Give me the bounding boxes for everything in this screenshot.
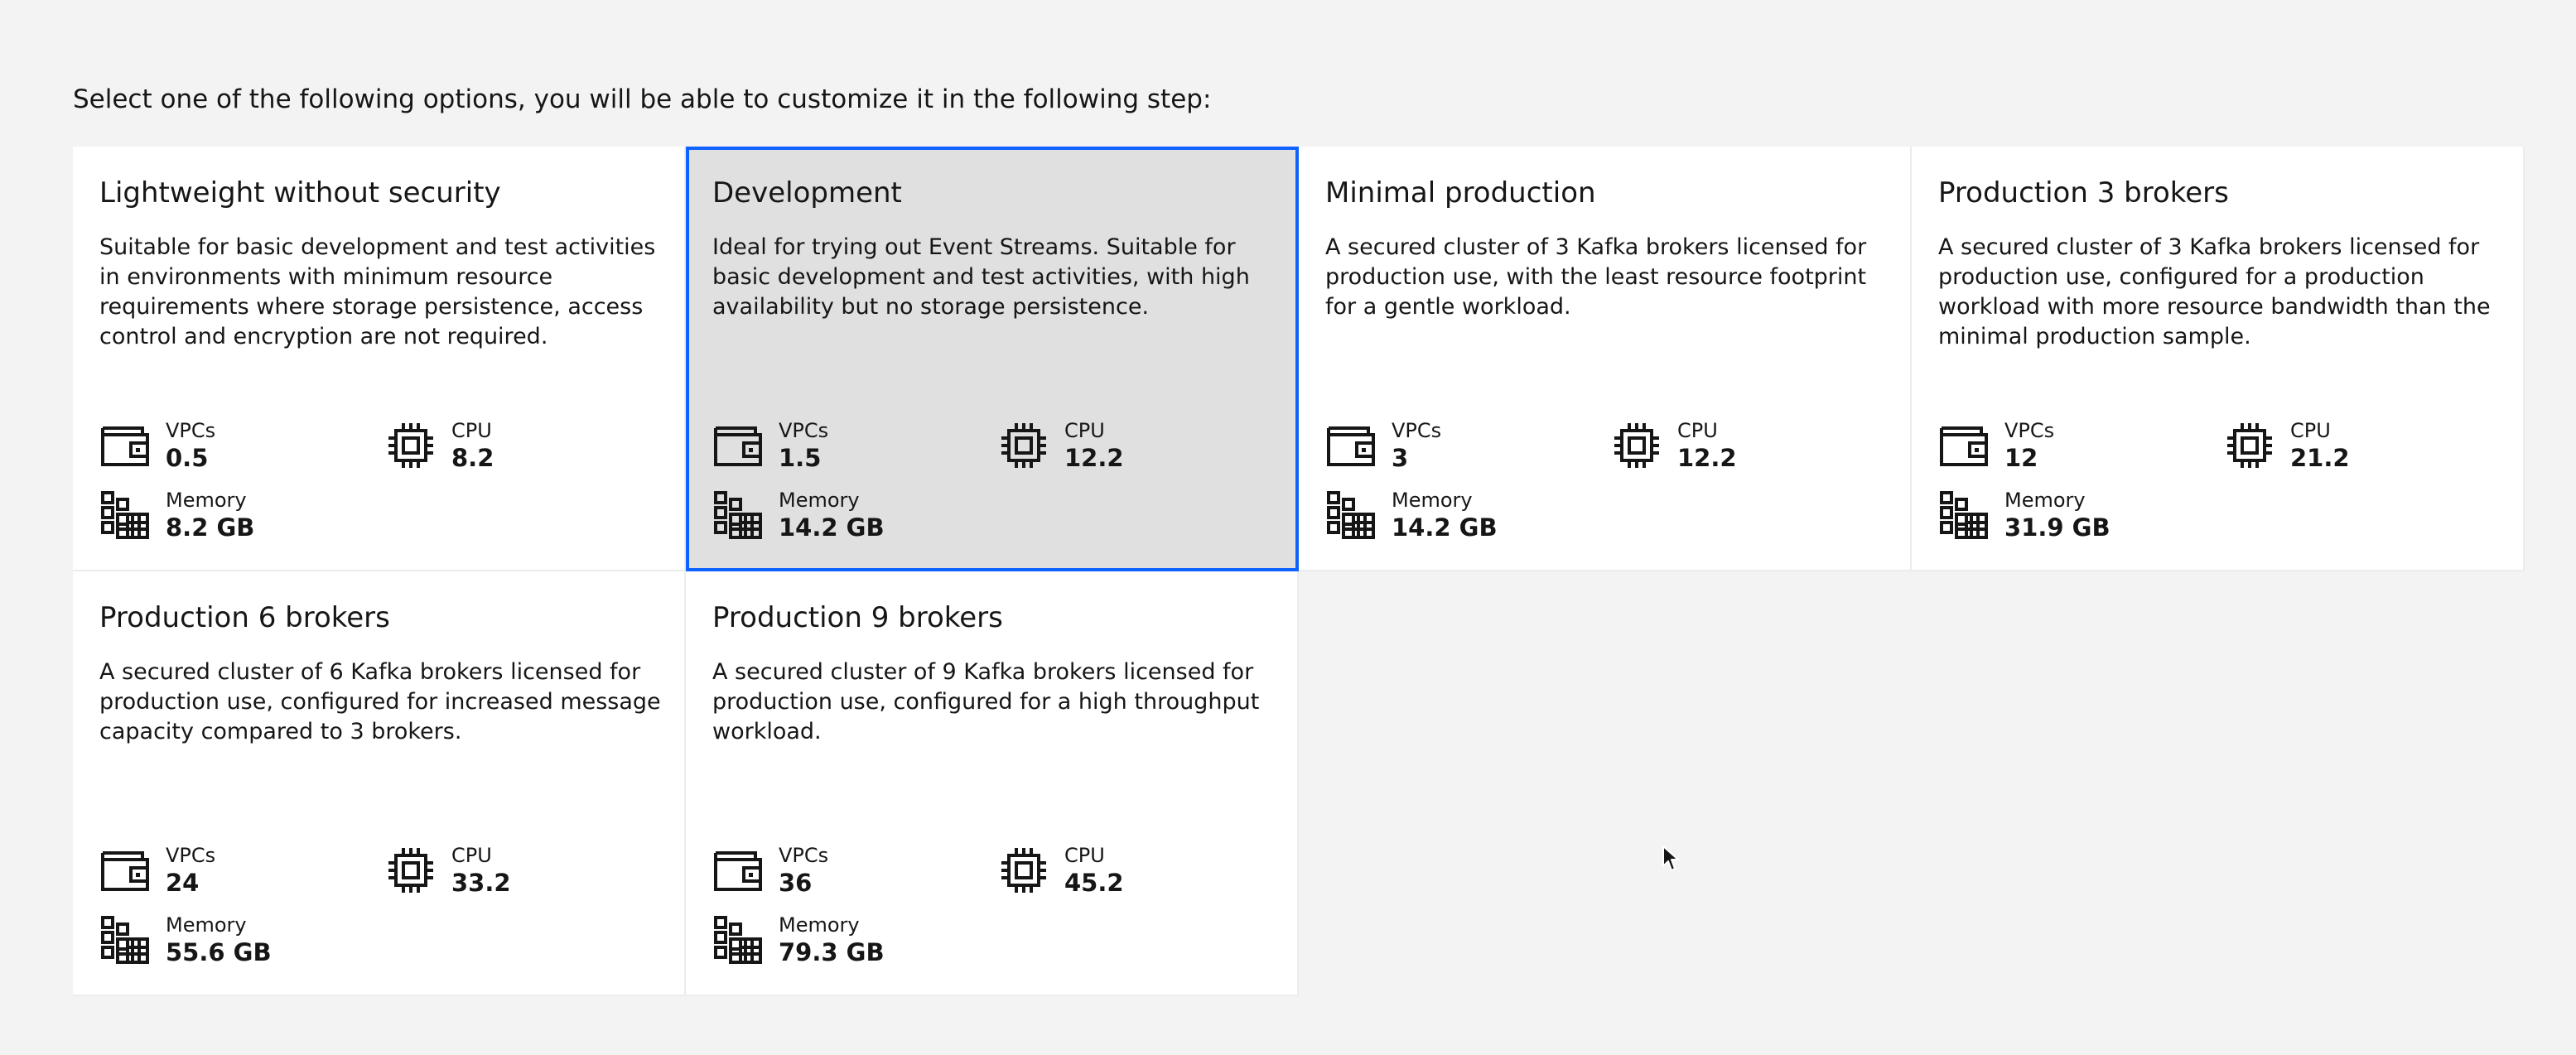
cpu-value: 33.2 [451, 869, 511, 897]
memory-label: Memory [166, 913, 247, 937]
sample-tile-production-9-brokers[interactable]: Production 9 brokers A secured cluster o… [686, 571, 1299, 996]
wallet-icon [99, 845, 151, 896]
wallet-icon [712, 845, 764, 896]
sample-tile-production-6-brokers[interactable]: Production 6 brokers A secured cluster o… [73, 571, 686, 996]
memory-label: Memory [1392, 489, 1473, 512]
cpu-label: CPU [1064, 419, 1105, 442]
memory-spec: Memory 79.3 GB [712, 913, 885, 967]
wallet-icon [712, 420, 764, 471]
chip-icon [998, 845, 1049, 896]
memory-label: Memory [2004, 489, 2086, 512]
memory-value: 31.9 GB [2004, 513, 2110, 542]
wallet-icon [99, 420, 151, 471]
vpc-value: 1.5 [779, 444, 822, 472]
vpc-spec: VPCs 24 [99, 843, 215, 898]
vpc-spec: VPCs 1.5 [712, 418, 828, 473]
cpu-label: CPU [1064, 844, 1105, 867]
memory-blocks-icon [1938, 489, 1990, 541]
memory-spec: Memory 55.6 GB [99, 913, 272, 967]
vpc-spec: VPCs 3 [1325, 418, 1441, 473]
cpu-value: 12.2 [1064, 444, 1124, 472]
tile-title: Minimal production [1325, 176, 1596, 210]
chip-icon [2224, 420, 2275, 471]
tile-resource-specs: VPCs 3 CPU 12.2 Memory 14.2 GB [1325, 418, 1889, 551]
memory-value: 14.2 GB [779, 513, 885, 542]
sample-tile-development[interactable]: Development Ideal for trying out Event S… [686, 147, 1299, 571]
tile-description: A secured cluster of 3 Kafka brokers lic… [1938, 234, 2491, 349]
tile-description: Ideal for trying out Event Streams. Suit… [712, 234, 1250, 320]
cpu-spec: CPU 8.2 [385, 418, 494, 473]
chip-icon [1611, 420, 1662, 471]
chip-icon [385, 420, 437, 471]
mouse-cursor-icon [1662, 845, 1679, 871]
memory-spec: Memory 31.9 GB [1938, 488, 2110, 542]
tile-resource-specs: VPCs 1.5 CPU 12.2 Memory 14.2 GB [712, 418, 1276, 551]
memory-value: 55.6 GB [166, 938, 272, 966]
cpu-label: CPU [451, 419, 492, 442]
wallet-icon [1938, 420, 1990, 471]
vpc-label: VPCs [166, 844, 216, 867]
tile-title: Development [712, 176, 902, 210]
memory-blocks-icon [712, 489, 764, 541]
vpc-value: 0.5 [166, 444, 209, 472]
sample-tile-lightweight-without-security[interactable]: Lightweight without security Suitable fo… [73, 147, 686, 571]
vpc-value: 12 [2004, 444, 2038, 472]
cpu-spec: CPU 45.2 [998, 843, 1124, 898]
cpu-value: 45.2 [1064, 869, 1124, 897]
tile-title: Lightweight without security [99, 176, 501, 210]
tile-description: A secured cluster of 9 Kafka brokers lic… [712, 659, 1260, 744]
tile-description: A secured cluster of 3 Kafka brokers lic… [1325, 234, 1867, 320]
memory-spec: Memory 14.2 GB [712, 488, 885, 542]
tile-title: Production 3 brokers [1938, 176, 2229, 210]
memory-blocks-icon [99, 914, 151, 966]
chip-icon [385, 845, 437, 896]
memory-value: 79.3 GB [779, 938, 885, 966]
cpu-spec: CPU 12.2 [1611, 418, 1737, 473]
tile-description: Suitable for basic development and test … [99, 234, 656, 349]
cpu-spec: CPU 33.2 [385, 843, 511, 898]
cpu-label: CPU [1677, 419, 1718, 442]
memory-label: Memory [779, 913, 860, 937]
tile-resource-specs: VPCs 0.5 CPU 8.2 Memory 8.2 GB [99, 418, 663, 551]
vpc-label: VPCs [779, 419, 829, 442]
vpc-label: VPCs [166, 419, 216, 442]
vpc-label: VPCs [779, 844, 829, 867]
tile-title: Production 9 brokers [712, 601, 1003, 634]
cpu-value: 21.2 [2290, 444, 2350, 472]
vpc-value: 24 [166, 869, 200, 897]
memory-spec: Memory 14.2 GB [1325, 488, 1498, 542]
chip-icon [998, 420, 1049, 471]
tile-resource-specs: VPCs 24 CPU 33.2 Memory 55.6 GB [99, 843, 663, 976]
vpc-label: VPCs [1392, 419, 1442, 442]
vpc-spec: VPCs 36 [712, 843, 828, 898]
vpc-spec: VPCs 12 [1938, 418, 2054, 473]
vpc-value: 3 [1392, 444, 1409, 472]
cpu-label: CPU [2290, 419, 2331, 442]
wallet-icon [1325, 420, 1377, 471]
tile-description: A secured cluster of 6 Kafka brokers lic… [99, 659, 661, 744]
memory-label: Memory [779, 489, 860, 512]
memory-blocks-icon [712, 914, 764, 966]
tile-title: Production 6 brokers [99, 601, 390, 634]
page-instruction: Select one of the following options, you… [73, 84, 1212, 114]
memory-label: Memory [166, 489, 247, 512]
memory-value: 14.2 GB [1392, 513, 1498, 542]
cpu-spec: CPU 21.2 [2224, 418, 2350, 473]
cpu-label: CPU [451, 844, 492, 867]
vpc-spec: VPCs 0.5 [99, 418, 215, 473]
sample-tile-production-3-brokers[interactable]: Production 3 brokers A secured cluster o… [1912, 147, 2525, 571]
memory-blocks-icon [1325, 489, 1377, 541]
vpc-label: VPCs [2004, 419, 2055, 442]
tile-resource-specs: VPCs 36 CPU 45.2 Memory 79.3 GB [712, 843, 1276, 976]
memory-value: 8.2 GB [166, 513, 255, 542]
cpu-spec: CPU 12.2 [998, 418, 1124, 473]
sample-tile-minimal-production[interactable]: Minimal production A secured cluster of … [1299, 147, 1912, 571]
cpu-value: 12.2 [1677, 444, 1737, 472]
sample-tiles-grid: Lightweight without security Suitable fo… [73, 147, 2525, 996]
tile-resource-specs: VPCs 12 CPU 21.2 Memory 31.9 GB [1938, 418, 2501, 551]
memory-blocks-icon [99, 489, 151, 541]
cpu-value: 8.2 [451, 444, 494, 472]
memory-spec: Memory 8.2 GB [99, 488, 254, 542]
vpc-value: 36 [779, 869, 813, 897]
